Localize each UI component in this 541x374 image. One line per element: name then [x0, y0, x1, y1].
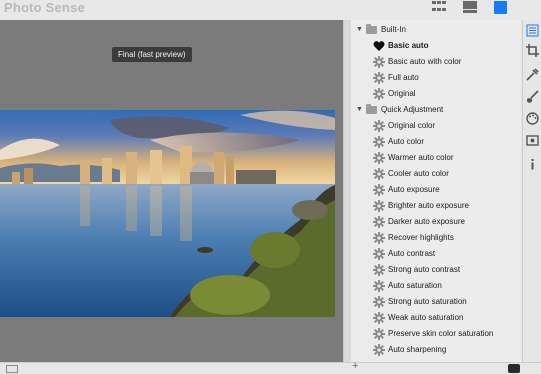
preset-item[interactable]: Recover highlights — [351, 230, 521, 246]
preset-label: Strong auto saturation — [388, 297, 467, 306]
list-icon[interactable] — [526, 24, 539, 37]
gear-icon — [373, 152, 385, 164]
disclosure-triangle-icon[interactable]: ▼ — [356, 22, 363, 38]
group-quick-adjustment[interactable]: ▼ Quick Adjustment — [351, 102, 521, 118]
preset-item[interactable]: Full auto — [351, 70, 521, 86]
wand-icon[interactable] — [508, 364, 520, 373]
bottom-status-bar: + — [0, 360, 541, 374]
preset-item[interactable]: Auto exposure — [351, 182, 521, 198]
preset-label: Brighter auto exposure — [388, 201, 469, 210]
gear-icon — [373, 216, 385, 228]
preset-label: Warmer auto color — [388, 153, 454, 162]
gear-icon — [373, 136, 385, 148]
preset-label: Preserve skin color saturation — [388, 329, 494, 338]
preset-label: Cooler auto color — [388, 169, 449, 178]
tool-sidebar — [522, 20, 541, 362]
preset-label: Recover highlights — [388, 233, 454, 242]
preset-item[interactable]: Darker auto exposure — [351, 214, 521, 230]
gear-icon — [373, 72, 385, 84]
gear-icon — [373, 264, 385, 276]
preset-item[interactable]: Strong auto saturation — [351, 294, 521, 310]
preset-item[interactable]: Original color — [351, 118, 521, 134]
gear-icon — [373, 328, 385, 340]
preset-label: Basic auto with color — [388, 57, 462, 66]
split-view-icon[interactable] — [494, 1, 507, 14]
folder-icon — [366, 104, 377, 114]
preset-label: Auto color — [388, 137, 425, 146]
preset-item[interactable]: Preserve skin color saturation — [351, 326, 521, 342]
gear-icon — [373, 184, 385, 196]
preset-item[interactable]: Weak auto saturation — [351, 310, 521, 326]
top-toolbar: Photo Sense — [0, 0, 541, 21]
gear-icon — [373, 344, 385, 356]
preset-label: Strong auto contrast — [388, 265, 461, 274]
palette-icon[interactable] — [526, 112, 539, 125]
heart-icon — [373, 41, 385, 51]
preset-label: Original — [388, 89, 416, 98]
preset-label: Auto exposure — [388, 185, 440, 194]
group-built-in[interactable]: ▼ Built-In — [351, 22, 521, 38]
preset-item[interactable]: Auto color — [351, 134, 521, 150]
gear-icon — [373, 88, 385, 100]
preset-list-panel[interactable]: ▼ Built-In Basic auto Basic auto with co… — [351, 20, 521, 362]
film-icon[interactable] — [526, 134, 539, 147]
preset-label: Auto sharpening — [388, 345, 447, 354]
preset-label: Original color — [388, 121, 436, 130]
preset-label: Auto saturation — [388, 281, 442, 290]
gear-icon — [373, 200, 385, 212]
preset-item[interactable]: Auto saturation — [351, 278, 521, 294]
preset-label: Darker auto exposure — [388, 217, 465, 226]
preset-label: Full auto — [388, 73, 419, 82]
preset-item[interactable]: Cooler auto color — [351, 166, 521, 182]
disclosure-triangle-icon[interactable]: ▼ — [356, 102, 363, 118]
gear-icon — [373, 232, 385, 244]
gear-icon — [373, 280, 385, 292]
preset-item[interactable]: Auto contrast — [351, 246, 521, 262]
group-label: Built-In — [381, 25, 406, 34]
gear-icon — [373, 168, 385, 180]
folder-icon — [366, 24, 377, 34]
gear-icon — [373, 56, 385, 68]
gear-icon — [373, 120, 385, 132]
preset-item[interactable]: Warmer auto color — [351, 150, 521, 166]
single-view-icon[interactable] — [463, 1, 477, 13]
thumbnail-toggle-icon[interactable] — [6, 365, 18, 373]
add-icon[interactable]: + — [352, 360, 358, 372]
group-label: Quick Adjustment — [381, 105, 444, 114]
info-icon[interactable] — [526, 158, 539, 171]
image-preview-area[interactable]: Final (fast preview) — [0, 20, 343, 362]
crop-icon[interactable] — [526, 44, 539, 57]
preset-item[interactable]: Brighter auto exposure — [351, 198, 521, 214]
gear-icon — [373, 296, 385, 308]
preset-item[interactable]: Strong auto contrast — [351, 262, 521, 278]
tools-icon[interactable] — [526, 68, 539, 81]
preview-tooltip: Final (fast preview) — [112, 47, 192, 62]
preset-label: Auto contrast — [388, 249, 436, 258]
preset-item[interactable]: Basic auto with color — [351, 54, 521, 70]
grid-view-icon[interactable] — [432, 1, 446, 13]
gear-icon — [373, 312, 385, 324]
preset-label: Weak auto saturation — [388, 313, 464, 322]
preset-item[interactable]: Original — [351, 86, 521, 102]
panel-divider[interactable] — [343, 20, 351, 362]
preview-photo — [0, 110, 335, 317]
preset-item[interactable]: Basic auto — [351, 38, 521, 54]
gear-icon — [373, 248, 385, 260]
preset-label: Basic auto — [388, 41, 429, 50]
brush-icon[interactable] — [526, 90, 539, 103]
preset-item[interactable]: Auto sharpening — [351, 342, 521, 358]
app-title: Photo Sense — [4, 0, 85, 15]
